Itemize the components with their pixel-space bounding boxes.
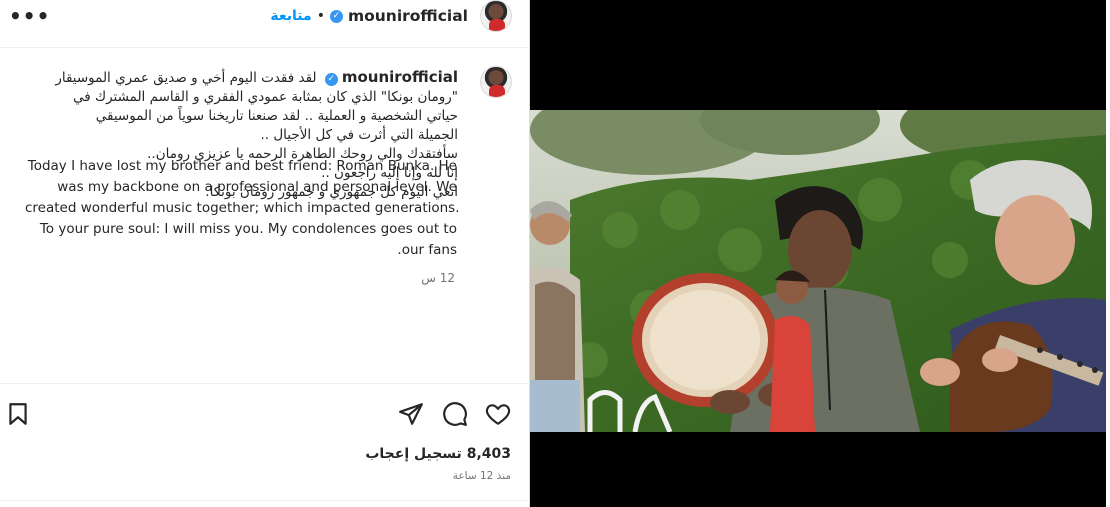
divider xyxy=(0,500,530,501)
likes-count[interactable]: 8,403 تسجيل إعجاب xyxy=(365,446,511,462)
caption-line-1: mounirofficial ✓ لقد فقدت اليوم أخي و صدي… xyxy=(23,68,458,88)
caption-arabic-line: الجميلة التي أثرت في كل الأجيال .. xyxy=(260,127,459,143)
comment-icon[interactable] xyxy=(442,401,468,427)
comments-panel: ••• mounirofficial ✓ • متابعة mouniroffi… xyxy=(0,0,530,507)
caption-username[interactable]: mounirofficial xyxy=(342,68,458,86)
post-photo[interactable] xyxy=(530,110,1106,432)
separator-dot: • xyxy=(316,8,325,24)
author-username[interactable]: mounirofficial xyxy=(348,7,468,25)
caption-arabic-line: حياتي الشخصية و العملية .. لقد صنعنا تار… xyxy=(95,108,458,124)
post-header: ••• mounirofficial ✓ • متابعة xyxy=(0,0,530,48)
post-age: منذ 12 ساعة xyxy=(452,470,511,482)
caption-arabic-line: لقد فقدت اليوم أخي و صديق عمري الموسيقار xyxy=(55,70,317,86)
caption-english-line: created wonderful music together; which … xyxy=(25,200,460,216)
action-bar xyxy=(0,383,530,441)
more-options-icon[interactable]: ••• xyxy=(9,4,50,28)
caption-avatar[interactable] xyxy=(480,66,512,98)
share-icon[interactable] xyxy=(398,401,424,427)
caption-english-line: .our fans xyxy=(397,242,457,258)
caption-english-line: was my backbone on a professional and pe… xyxy=(57,179,457,195)
post-media xyxy=(530,0,1110,507)
bookmark-icon[interactable] xyxy=(5,401,31,427)
caption-english: Today I have lost my brother and best fr… xyxy=(25,156,460,261)
caption-english-line: Today I have lost my brother and best fr… xyxy=(27,158,457,174)
frame-edge xyxy=(1106,0,1110,507)
heart-icon[interactable] xyxy=(485,401,511,427)
verified-badge-icon: ✓ xyxy=(329,9,343,23)
caption-english-line: To your pure soul: I will miss you. My c… xyxy=(39,221,457,237)
author-row: mounirofficial ✓ • متابعة xyxy=(270,0,512,32)
verified-badge-icon: ✓ xyxy=(324,73,338,86)
avatar[interactable] xyxy=(480,0,512,32)
caption-timestamp: 12 س xyxy=(421,271,455,285)
follow-button[interactable]: متابعة xyxy=(270,8,311,24)
caption-arabic-line: "رومان بونكا" الذي كان بمثابة عمودي الفق… xyxy=(72,89,458,105)
